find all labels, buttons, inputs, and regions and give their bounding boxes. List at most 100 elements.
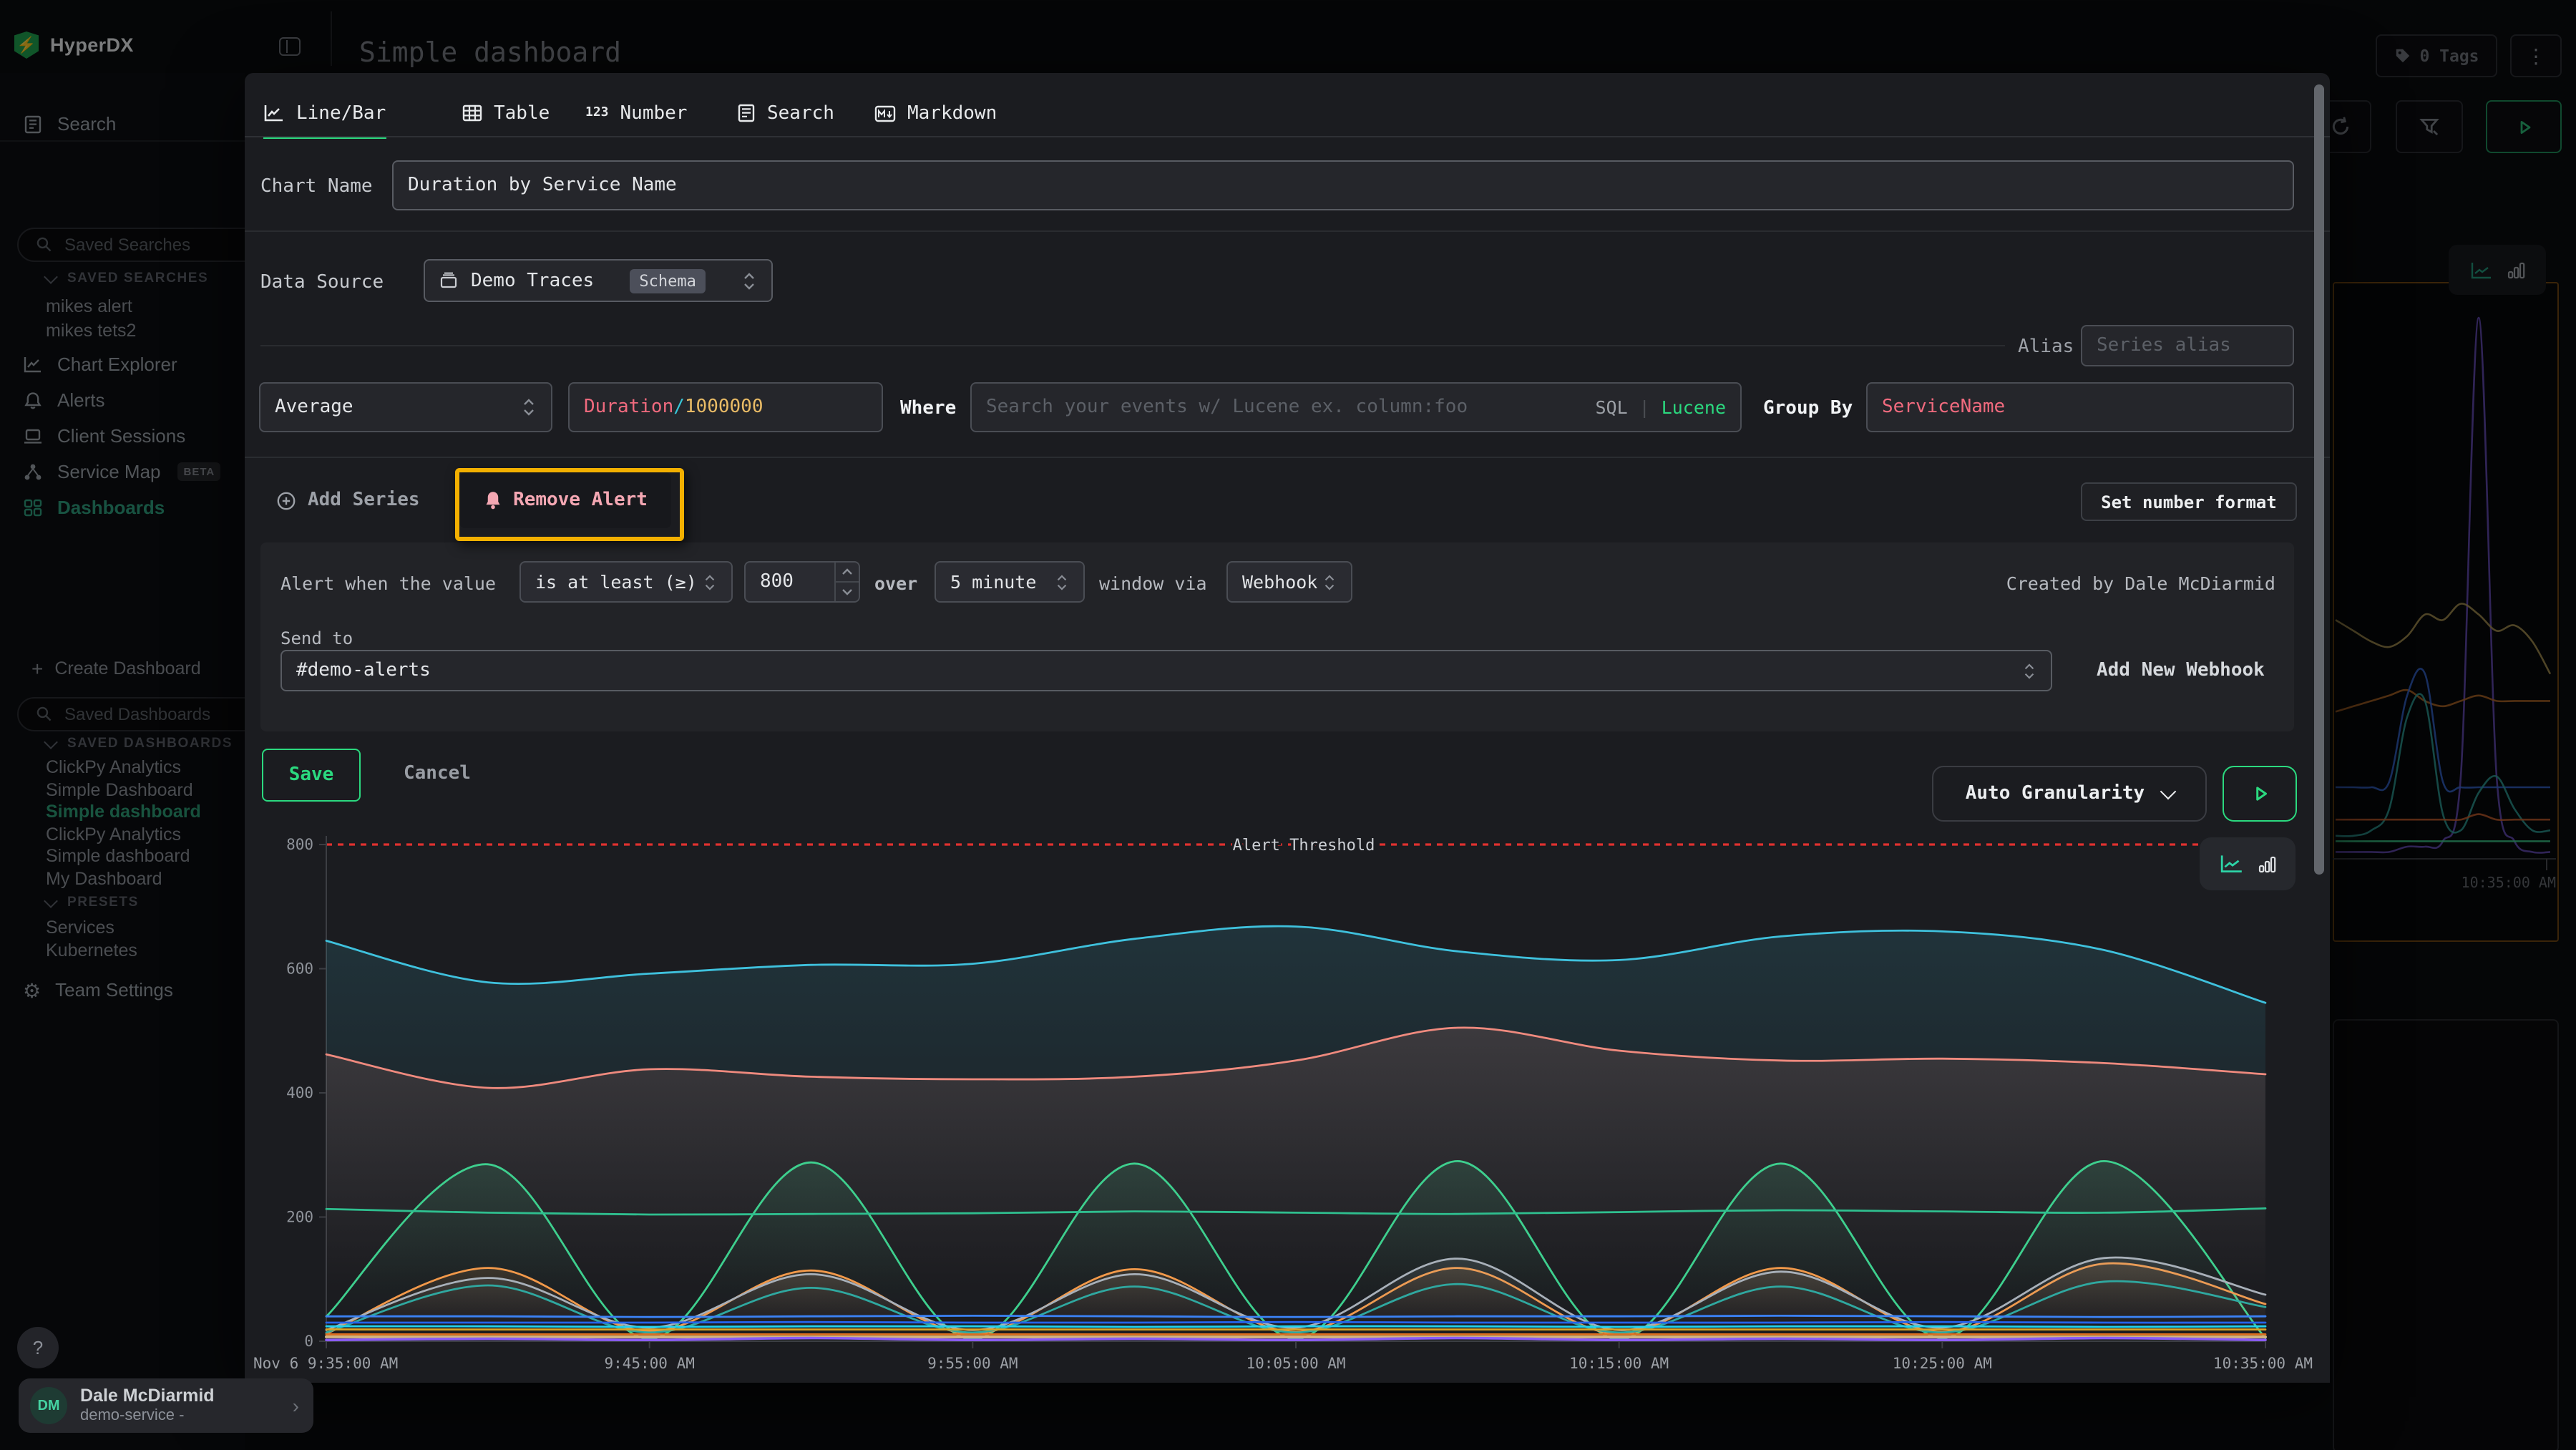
cancel-label: Cancel: [404, 763, 471, 784]
aggregation-value: Average: [275, 396, 353, 418]
tab-search[interactable]: Search: [737, 90, 834, 136]
svg-text:10:05:00 AM: 10:05:00 AM: [1246, 1355, 1345, 1372]
save-button[interactable]: Save: [262, 749, 361, 802]
select-updown-icon: [1322, 573, 1337, 590]
line-chart-icon: [2219, 853, 2243, 875]
where-search-input[interactable]: Search your events w/ Lucene ex. column:…: [970, 382, 1742, 432]
avatar: DM: [30, 1387, 67, 1424]
sql-toggle[interactable]: SQL: [1595, 396, 1627, 418]
table-tab-icon: [462, 103, 482, 123]
alias-input[interactable]: Series alias: [2081, 325, 2294, 366]
run-chart-button[interactable]: [2223, 766, 2297, 822]
set-number-format-label: Set number format: [2101, 492, 2277, 512]
alert-threshold-value: 800: [760, 571, 794, 593]
svg-text:10:35:00 AM: 10:35:00 AM: [2213, 1355, 2313, 1372]
edit-chart-modal: Line/Bar Table 123 Number Search M: [245, 73, 2330, 1383]
alert-prefix-label: Alert when the value: [280, 573, 496, 594]
alert-window-value: 5 minute: [950, 571, 1036, 593]
alert-over-label: over: [874, 573, 917, 594]
svg-text:400: 400: [286, 1084, 313, 1101]
data-source-value: Demo Traces: [471, 270, 594, 291]
add-series-label: Add Series: [308, 490, 420, 511]
duration-chart: 0200400600800Nov 6 9:35:00 AM9:45:00 AM9…: [245, 829, 2330, 1383]
select-updown-icon: [703, 573, 717, 590]
svg-text:Alert Threshold: Alert Threshold: [1233, 837, 1375, 855]
help-button[interactable]: ?: [17, 1327, 59, 1368]
alert-via-label: window via: [1099, 573, 1207, 594]
group-by-input[interactable]: ServiceName: [1866, 382, 2294, 432]
add-new-webhook-link[interactable]: Add New Webhook: [2097, 660, 2265, 681]
svg-text:200: 200: [286, 1209, 313, 1226]
svg-text:0: 0: [304, 1333, 313, 1350]
section-divider: [245, 457, 2330, 458]
line-bar-tab-icon: [263, 103, 285, 123]
chart-name-input[interactable]: Duration by Service Name: [392, 160, 2294, 210]
tab-markdown[interactable]: Markdown: [874, 90, 997, 136]
granularity-select[interactable]: Auto Granularity: [1932, 766, 2207, 822]
chart-type-toggle[interactable]: [2200, 837, 2296, 890]
aggregation-select[interactable]: Average: [259, 382, 552, 432]
cancel-button[interactable]: Cancel: [404, 749, 471, 799]
alert-channel-select[interactable]: Webhook: [1226, 561, 1352, 603]
alert-condition-select[interactable]: is at least (≥): [519, 561, 733, 603]
expression-value: 1000000: [685, 396, 763, 418]
app-root: ⚡ HyperDX Simple dashboard 0 Tags ⋮: [0, 0, 2576, 1450]
tab-number[interactable]: 123 Number: [585, 90, 687, 136]
help-label: ?: [33, 1337, 43, 1358]
expression-field: Duration: [584, 396, 673, 418]
alert-created-by: Created by Dale McDiarmid: [2006, 573, 2275, 594]
alert-config-panel: Alert when the value is at least (≥) 800…: [260, 542, 2294, 731]
number-spinner[interactable]: [834, 563, 859, 601]
data-source-select[interactable]: Demo Traces Schema: [424, 259, 773, 302]
source-box-icon: [439, 272, 458, 289]
user-org: demo-service -: [80, 1407, 215, 1426]
alert-threshold-input[interactable]: 800: [744, 561, 860, 603]
alert-channel-value: Webhook: [1242, 571, 1317, 593]
bar-chart-icon: [2258, 855, 2276, 873]
schema-badge: Schema: [629, 268, 706, 293]
save-label: Save: [289, 764, 334, 786]
user-chip[interactable]: DM Dale McDiarmid demo-service - ›: [19, 1378, 313, 1433]
tabbar-divider: [245, 136, 2330, 137]
select-updown-icon: [741, 271, 757, 290]
alert-condition-value: is at least (≥): [535, 571, 697, 593]
send-to-label: Send to: [280, 628, 353, 648]
tab-table[interactable]: Table: [462, 90, 550, 136]
tab-label: Line/Bar: [296, 102, 386, 124]
lucene-toggle[interactable]: Lucene: [1662, 396, 1726, 418]
play-icon: [2249, 783, 2270, 804]
add-series-button[interactable]: Add Series: [276, 482, 420, 518]
chart-name-value: Duration by Service Name: [408, 175, 677, 196]
alert-window-select[interactable]: 5 minute: [935, 561, 1085, 603]
send-to-select[interactable]: #demo-alerts: [280, 650, 2052, 691]
group-by-value: ServiceName: [1882, 396, 2005, 418]
tab-label: Table: [494, 102, 550, 124]
tab-label: Markdown: [907, 102, 997, 124]
group-by-label: Group By: [1763, 398, 1853, 419]
chevron-right-icon: ›: [293, 1394, 299, 1417]
where-label: Where: [900, 398, 956, 419]
highlight-annotation-box: [455, 468, 684, 541]
svg-text:10:15:00 AM: 10:15:00 AM: [1569, 1355, 1669, 1372]
alias-label: Alias: [2018, 336, 2074, 358]
alias-placeholder: Series alias: [2097, 335, 2231, 356]
data-source-label: Data Source: [260, 272, 384, 293]
svg-text:600: 600: [286, 960, 313, 978]
send-to-value: #demo-alerts: [296, 660, 431, 681]
user-name: Dale McDiarmid: [80, 1385, 215, 1407]
plus-circle-icon: [276, 490, 296, 510]
set-number-format-button[interactable]: Set number format: [2081, 482, 2297, 521]
number-tab-icon: 123: [585, 106, 609, 120]
expression-operator: /: [673, 396, 685, 418]
where-placeholder: Search your events w/ Lucene ex. column:…: [986, 396, 1468, 418]
tab-line-bar[interactable]: Line/Bar: [263, 90, 386, 139]
search-tab-icon: [737, 103, 756, 123]
modal-scrollbar[interactable]: [2314, 84, 2324, 875]
markdown-tab-icon: [874, 104, 896, 122]
select-updown-icon: [521, 398, 537, 417]
chevron-down-icon: [2160, 784, 2176, 800]
sql-lucene-pipe: |: [1639, 396, 1650, 418]
select-updown-icon: [2022, 662, 2036, 679]
expression-input[interactable]: Duration/1000000: [568, 382, 883, 432]
tab-label: Number: [620, 102, 688, 124]
